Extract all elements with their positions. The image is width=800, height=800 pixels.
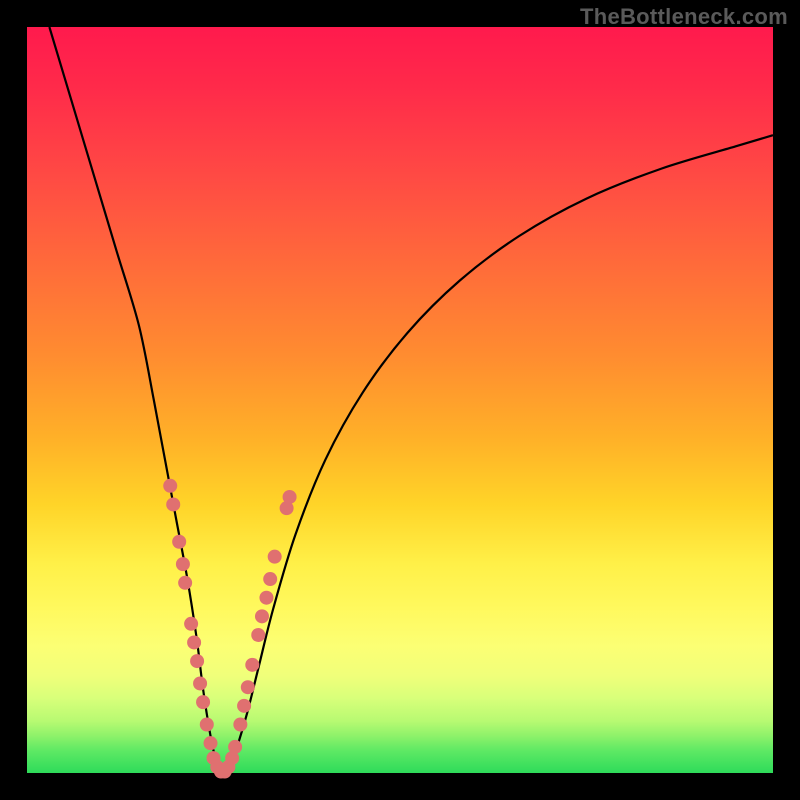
data-point	[204, 736, 218, 750]
data-point-markers	[163, 479, 296, 779]
data-point	[241, 680, 255, 694]
data-point	[263, 572, 277, 586]
data-point	[178, 576, 192, 590]
data-point	[283, 490, 297, 504]
data-point	[259, 591, 273, 605]
chart-stage: TheBottleneck.com	[0, 0, 800, 800]
data-point	[166, 497, 180, 511]
data-point	[193, 676, 207, 690]
data-point	[163, 479, 177, 493]
data-point	[200, 718, 214, 732]
data-point	[190, 654, 204, 668]
bottleneck-v-curve	[49, 27, 773, 773]
data-point	[237, 699, 251, 713]
data-point	[176, 557, 190, 571]
data-point	[187, 635, 201, 649]
data-point	[245, 658, 259, 672]
data-point	[255, 609, 269, 623]
data-point	[172, 535, 186, 549]
data-point	[233, 718, 247, 732]
data-point	[228, 740, 242, 754]
data-point	[184, 617, 198, 631]
chart-svg-layer	[27, 27, 773, 773]
data-point	[196, 695, 210, 709]
data-point	[251, 628, 265, 642]
data-point	[268, 550, 282, 564]
